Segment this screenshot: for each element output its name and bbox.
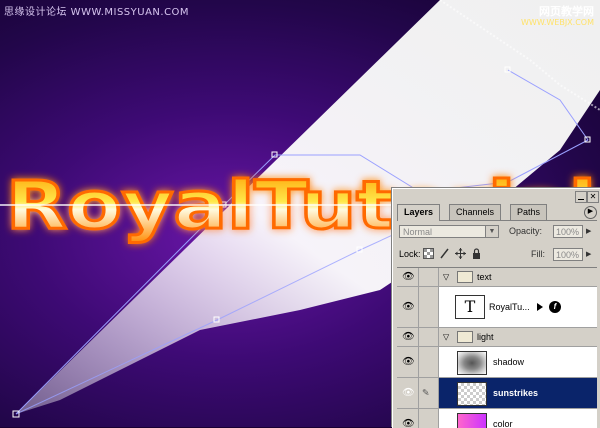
effects-expand-arrow-icon[interactable]: [537, 303, 543, 311]
link-toggle[interactable]: [419, 328, 439, 346]
palette-titlebar[interactable]: ✕: [393, 189, 600, 203]
visibility-toggle[interactable]: 👁: [397, 378, 419, 408]
blend-mode-select[interactable]: Normal ▼: [399, 225, 499, 238]
link-toggle[interactable]: [419, 268, 439, 286]
brush-icon: ✎: [422, 388, 430, 399]
tab-paths[interactable]: Paths: [510, 204, 547, 220]
layer-name: text: [477, 272, 492, 282]
layer-group-light[interactable]: 👁 ▽ light: [397, 328, 597, 347]
eye-icon: 👁: [402, 332, 415, 343]
blend-mode-value: Normal: [403, 227, 432, 237]
lock-position-move-icon[interactable]: [455, 248, 466, 259]
visibility-toggle[interactable]: 👁: [397, 328, 419, 346]
layer-royaltutorial[interactable]: 👁 T RoyalTu... f: [397, 287, 597, 328]
chevron-down-icon[interactable]: ▼: [485, 226, 498, 237]
palette-menu-button[interactable]: ▶: [584, 206, 597, 219]
link-toggle[interactable]: [419, 409, 439, 428]
folder-icon: [457, 271, 473, 283]
layer-name: sunstrikes: [493, 388, 538, 398]
eye-icon: 👁: [402, 388, 415, 399]
visibility-toggle[interactable]: 👁: [397, 287, 419, 327]
layer-sunstrikes[interactable]: 👁 ✎ sunstrikes: [397, 378, 597, 409]
fill-field[interactable]: 100%: [553, 248, 583, 261]
layer-effects-icon[interactable]: f: [549, 301, 561, 313]
blend-row: Normal ▼ Opacity: 100% ▶: [397, 224, 597, 240]
close-button[interactable]: ✕: [587, 191, 599, 203]
eye-icon: 👁: [402, 272, 415, 283]
visibility-toggle[interactable]: 👁: [397, 268, 419, 286]
eye-icon: 👁: [402, 357, 415, 368]
layers-list: 👁 ▽ text 👁 T RoyalTu... f 👁 ▽ light 👁: [397, 267, 597, 428]
lock-image-brush-icon[interactable]: [439, 248, 450, 259]
visibility-toggle[interactable]: 👁: [397, 409, 419, 428]
lock-row: Lock: Fill: 100% ▶: [397, 247, 597, 263]
watermark-left: 思缘设计论坛 WWW.MISSYUAN.COM: [4, 3, 189, 18]
folder-icon: [457, 331, 473, 343]
layer-thumbnail: [457, 382, 487, 406]
tab-channels[interactable]: Channels: [449, 204, 501, 220]
layer-thumbnail: [457, 413, 487, 428]
link-toggle[interactable]: ✎: [419, 378, 439, 408]
opacity-slider-arrow-icon[interactable]: ▶: [586, 227, 591, 235]
layer-name: RoyalTu...: [489, 302, 530, 312]
tab-layers[interactable]: Layers: [397, 204, 440, 221]
layer-color[interactable]: 👁 color: [397, 409, 597, 428]
link-toggle[interactable]: [419, 347, 439, 377]
watermark-right-url: WWW.WEBJX.COM: [521, 18, 594, 27]
lock-all-padlock-icon[interactable]: [471, 248, 482, 259]
palette-tabs: Layers Channels Paths ▶: [397, 204, 597, 221]
expand-arrow-icon[interactable]: ▽: [443, 333, 449, 342]
layer-name: shadow: [493, 357, 524, 367]
lock-label: Lock:: [399, 249, 421, 259]
layer-shadow[interactable]: 👁 shadow: [397, 347, 597, 378]
link-toggle[interactable]: [419, 287, 439, 327]
layer-group-text[interactable]: 👁 ▽ text: [397, 268, 597, 287]
expand-arrow-icon[interactable]: ▽: [443, 273, 449, 282]
lock-transparent-icon[interactable]: [423, 248, 434, 259]
fill-label: Fill:: [531, 249, 545, 259]
fill-slider-arrow-icon[interactable]: ▶: [586, 250, 591, 258]
layer-thumbnail: [457, 351, 487, 375]
opacity-field[interactable]: 100%: [553, 225, 583, 238]
layer-name: light: [477, 332, 494, 342]
visibility-toggle[interactable]: 👁: [397, 347, 419, 377]
layers-palette: ✕ Layers Channels Paths ▶ Normal ▼ Opaci…: [392, 188, 600, 428]
minimize-button[interactable]: [575, 191, 587, 203]
eye-icon: 👁: [402, 302, 415, 313]
opacity-label: Opacity:: [509, 226, 542, 236]
text-layer-thumbnail: T: [455, 295, 485, 319]
watermark-right: 网页教学网: [539, 3, 594, 19]
